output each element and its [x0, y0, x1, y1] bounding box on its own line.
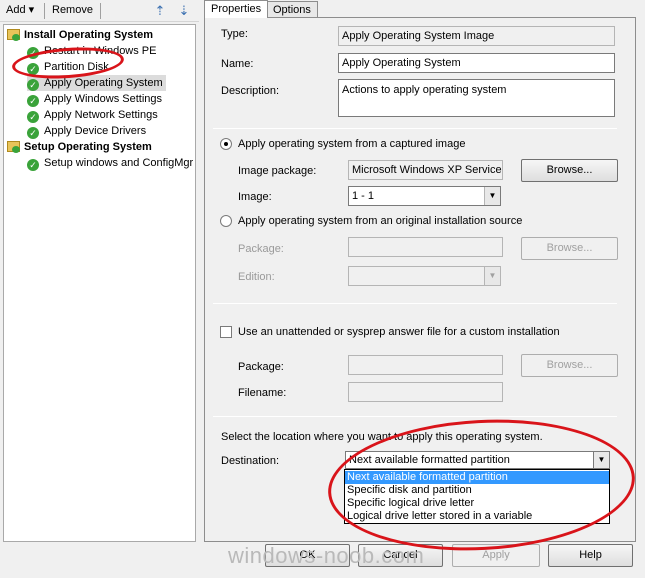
radio-original-label: Apply operating system from an original …	[238, 215, 523, 227]
tree-item-label: Apply Operating System	[44, 77, 163, 89]
tree-item-label: Apply Windows Settings	[44, 93, 162, 105]
tree-item-label: Apply Network Settings	[44, 109, 158, 121]
description-label: Description:	[221, 85, 280, 97]
browse-image-package-button[interactable]: Browse...	[521, 159, 618, 182]
help-button[interactable]: Help	[548, 544, 633, 567]
check-icon: ✓	[27, 127, 39, 139]
folder-icon	[7, 141, 20, 153]
name-field[interactable]: Apply Operating System	[338, 53, 615, 73]
tree-item-apply-network-settings[interactable]: ✓ Apply Network Settings	[27, 107, 158, 123]
tree-item-label: Setup windows and ConfigMgr	[44, 157, 194, 169]
tree-group-label: Setup Operating System	[24, 141, 152, 153]
name-label: Name:	[221, 58, 254, 70]
tree-item-label: Apply Device Drivers	[44, 125, 147, 137]
radio-original-source[interactable]	[220, 215, 232, 227]
move-up-icon[interactable]: ⇡	[152, 3, 168, 19]
package-label: Package:	[238, 243, 284, 255]
unattend-label: Use an unattended or sysprep answer file…	[238, 326, 560, 338]
type-label: Type:	[221, 28, 248, 40]
check-icon: ✓	[27, 95, 39, 107]
watermark: windows-noob.com	[228, 543, 425, 568]
type-value: Apply Operating System Image	[338, 26, 615, 46]
tree-item-apply-windows-settings[interactable]: ✓ Apply Windows Settings	[27, 91, 162, 107]
tree-group-install-os[interactable]: Install Operating System	[7, 27, 153, 43]
toolbar-divider	[44, 3, 45, 19]
radio-captured-label: Apply operating system from a captured i…	[238, 138, 466, 150]
chevron-down-icon: ▾	[28, 4, 35, 16]
image-package-value: Microsoft Windows XP Service P	[348, 160, 503, 180]
task-sequence-tree: Install Operating System ✓ Restart in Win…	[3, 24, 196, 542]
answer-package-field	[348, 355, 503, 375]
task-sequence-toolbar: Add ▾ Remove ⇡ ⇣	[0, 0, 199, 22]
toolbar-divider	[100, 3, 101, 19]
edition-label: Edition:	[238, 271, 275, 283]
section-divider	[213, 303, 617, 304]
chevron-down-icon[interactable]: ▼	[484, 187, 500, 205]
check-icon: ✓	[27, 111, 39, 123]
check-icon: ✓	[27, 159, 39, 171]
folder-icon	[7, 29, 20, 41]
move-down-icon[interactable]: ⇣	[176, 3, 192, 19]
radio-captured-image[interactable]	[220, 138, 232, 150]
check-icon: ✓	[27, 79, 39, 91]
image-label: Image:	[238, 191, 272, 203]
browse-answer-package-button: Browse...	[521, 354, 618, 377]
tree-item-apply-device-drivers[interactable]: ✓ Apply Device Drivers	[27, 123, 146, 139]
tab-properties[interactable]: Properties	[204, 0, 269, 18]
description-field[interactable]: Actions to apply operating system	[338, 79, 615, 117]
remove-button[interactable]: Remove	[48, 2, 97, 20]
destination-label: Destination:	[221, 455, 280, 467]
image-select[interactable]: 1 - 1 ▼	[348, 186, 501, 206]
image-select-value: 1 - 1	[352, 190, 375, 202]
image-package-label: Image package:	[238, 165, 317, 177]
tab-options[interactable]: Options	[266, 1, 318, 18]
tree-group-label: Install Operating System	[24, 29, 153, 41]
answer-package-label: Package:	[238, 361, 284, 373]
chevron-down-icon: ▼	[484, 267, 500, 285]
filename-field	[348, 382, 503, 402]
section-divider	[213, 128, 617, 129]
edition-select: ▼	[348, 266, 501, 286]
package-field	[348, 237, 503, 257]
add-label: Add	[6, 4, 26, 16]
add-button[interactable]: Add ▾	[2, 2, 38, 20]
unattend-checkbox[interactable]	[220, 326, 232, 338]
tree-item-setup-windows-configmgr[interactable]: ✓ Setup windows and ConfigMgr	[27, 155, 193, 171]
section-divider	[213, 416, 617, 417]
tree-group-setup-os[interactable]: Setup Operating System	[7, 139, 152, 155]
filename-label: Filename:	[238, 387, 287, 399]
browse-package-button: Browse...	[521, 237, 618, 260]
